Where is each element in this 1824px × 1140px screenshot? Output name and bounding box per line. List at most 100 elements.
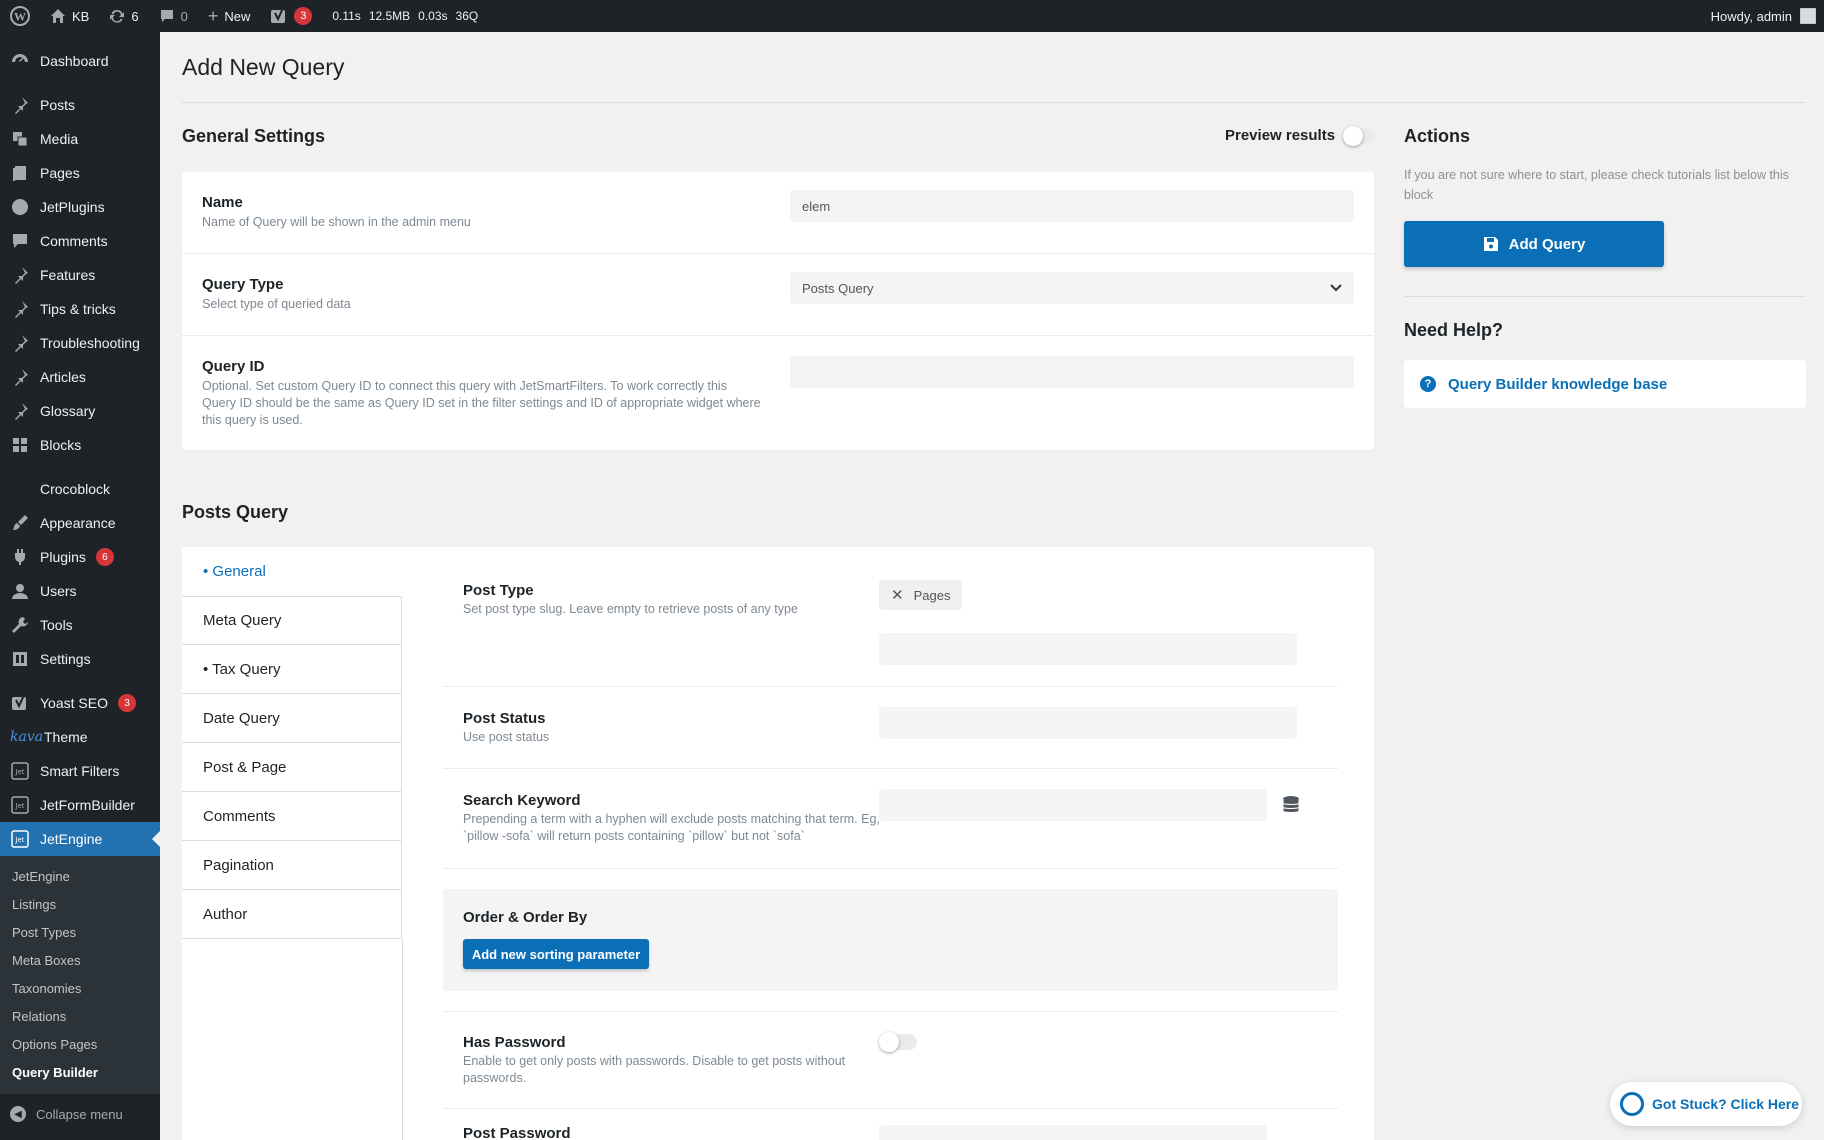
post-type-chip[interactable]: ✕ Pages <box>879 580 963 610</box>
tab-general[interactable]: • General <box>182 547 402 596</box>
submenu-taxonomies[interactable]: Taxonomies <box>0 974 160 1002</box>
post-type-chip-label: Pages <box>913 587 951 603</box>
admin-sidebar: Dashboard Posts Media Pages JetPlugins C… <box>0 32 160 1140</box>
knowledge-base-label: Query Builder knowledge base <box>1448 375 1668 393</box>
menu-label: Smart Filters <box>40 763 120 779</box>
tab-post-page[interactable]: Post & Page <box>182 743 402 792</box>
add-query-button[interactable]: Add Query <box>1404 221 1664 267</box>
menu-troubleshooting[interactable]: Troubleshooting <box>0 326 160 360</box>
my-account-menu[interactable]: Howdy, admin <box>1711 8 1824 24</box>
comments-count: 0 <box>180 8 188 24</box>
post-type-label: Post Type <box>463 582 534 599</box>
menu-crocoblock[interactable]: Crocoblock <box>0 472 160 506</box>
add-query-label: Add Query <box>1508 235 1586 253</box>
menu-appearance[interactable]: Appearance <box>0 506 160 540</box>
menu-plugins[interactable]: Plugins 6 <box>0 540 160 574</box>
submenu-relations[interactable]: Relations <box>0 1002 160 1030</box>
menu-glossary[interactable]: Glossary <box>0 394 160 428</box>
menu-jetformbuilder[interactable]: Jet JetFormBuilder <box>0 788 160 822</box>
menu-label: Settings <box>40 651 91 667</box>
post-status-desc: Use post status <box>463 730 550 744</box>
submenu-query-builder[interactable]: Query Builder <box>0 1058 160 1086</box>
tab-date-query[interactable]: Date Query <box>182 694 402 743</box>
has-password-label: Has Password <box>463 1034 566 1051</box>
post-status-input[interactable] <box>879 707 1297 739</box>
pin-icon <box>10 333 30 353</box>
menu-dashboard[interactable]: Dashboard <box>0 44 160 78</box>
svg-text:Jet: Jet <box>14 768 24 776</box>
howdy-text: Howdy, admin <box>1710 8 1792 24</box>
menu-pages[interactable]: Pages <box>0 156 160 190</box>
tab-author[interactable]: Author <box>182 890 402 939</box>
submenu-listings[interactable]: Listings <box>0 890 160 918</box>
collapse-label: Collapse menu <box>36 1106 123 1122</box>
menu-comments[interactable]: Comments <box>0 224 160 258</box>
query-monitor-menu[interactable]: 0.11s 12.5MB 0.03s 36Q <box>322 0 488 32</box>
menu-jetplugins[interactable]: JetPlugins <box>0 190 160 224</box>
menu-label: Articles <box>40 369 86 385</box>
menu-blocks[interactable]: Blocks <box>0 428 160 462</box>
posts-query-card: • General Meta Query • Tax Query Date Qu… <box>182 547 1374 1140</box>
site-name-menu[interactable]: KB <box>40 0 99 32</box>
search-keyword-label: Search Keyword <box>463 792 581 809</box>
tab-meta-query[interactable]: Meta Query <box>182 596 402 645</box>
comments-menu[interactable]: 0 <box>149 0 198 32</box>
menu-settings[interactable]: Settings <box>0 642 160 676</box>
kava-logo: kava <box>10 729 44 745</box>
menu-articles[interactable]: Articles <box>0 360 160 394</box>
preview-results-toggle[interactable] <box>1343 125 1376 146</box>
post-password-input[interactable] <box>879 1125 1267 1140</box>
query-id-input[interactable] <box>790 356 1354 388</box>
menu-media[interactable]: Media <box>0 122 160 156</box>
new-content-menu[interactable]: + New <box>198 0 261 32</box>
wordpress-icon: W <box>10 6 30 26</box>
jet-icon: Jet <box>10 795 30 815</box>
updates-menu[interactable]: 6 <box>99 0 148 32</box>
tab-tax-query[interactable]: • Tax Query <box>182 645 402 694</box>
submenu-post-types[interactable]: Post Types <box>0 918 160 946</box>
query-type-value: Posts Query <box>802 280 874 296</box>
menu-users[interactable]: Users <box>0 574 160 608</box>
preview-results-label: Preview results <box>1225 127 1336 144</box>
has-password-toggle[interactable] <box>879 1032 917 1052</box>
user-icon <box>10 581 30 601</box>
menu-label: Troubleshooting <box>40 335 140 351</box>
yoast-menu[interactable]: 3 <box>260 0 322 32</box>
menu-label: Users <box>40 583 77 599</box>
pin-icon <box>10 95 30 115</box>
tab-comments[interactable]: Comments <box>182 792 402 841</box>
wordpress-logo-menu[interactable]: W <box>0 0 40 32</box>
close-icon[interactable]: ✕ <box>891 586 904 604</box>
name-input[interactable]: elem <box>790 190 1354 222</box>
menu-theme[interactable]: kava Theme <box>0 720 160 754</box>
submenu-jetengine[interactable]: JetEngine <box>0 862 160 890</box>
menu-tools[interactable]: Tools <box>0 608 160 642</box>
menu-tips[interactable]: Tips & tricks <box>0 292 160 326</box>
search-keyword-input[interactable] <box>879 789 1267 821</box>
collapse-menu-button[interactable]: ◀ Collapse menu <box>0 1096 160 1132</box>
post-type-input[interactable] <box>879 633 1297 665</box>
query-type-select[interactable]: Posts Query <box>790 272 1354 304</box>
order-section: Order & Order By Add new sorting paramet… <box>443 889 1338 991</box>
submenu-meta-boxes[interactable]: Meta Boxes <box>0 946 160 974</box>
plus-icon: + <box>207 5 219 26</box>
add-sorting-parameter-button[interactable]: Add new sorting parameter <box>463 939 649 969</box>
menu-label: Yoast SEO <box>40 695 108 711</box>
dashboard-icon <box>10 51 30 71</box>
jetengine-submenu: JetEngine Listings Post Types Meta Boxes… <box>0 856 160 1094</box>
tab-column-border <box>402 939 403 1140</box>
menu-smart-filters[interactable]: Jet Smart Filters <box>0 754 160 788</box>
menu-yoast[interactable]: Yoast SEO 3 <box>0 686 160 720</box>
menu-label: Plugins <box>40 549 86 565</box>
got-stuck-button[interactable]: Got Stuck? Click Here <box>1610 1082 1802 1126</box>
submenu-options-pages[interactable]: Options Pages <box>0 1030 160 1058</box>
database-icon[interactable] <box>1281 795 1301 820</box>
menu-posts[interactable]: Posts <box>0 88 160 122</box>
knowledge-base-link[interactable]: ? Query Builder knowledge base <box>1404 360 1806 408</box>
menu-label: Comments <box>40 233 108 249</box>
tab-pagination[interactable]: Pagination <box>182 841 402 890</box>
pages-icon <box>10 163 30 183</box>
divider <box>182 102 1806 103</box>
menu-jetengine[interactable]: Jet JetEngine <box>0 822 160 856</box>
menu-features[interactable]: Features <box>0 258 160 292</box>
